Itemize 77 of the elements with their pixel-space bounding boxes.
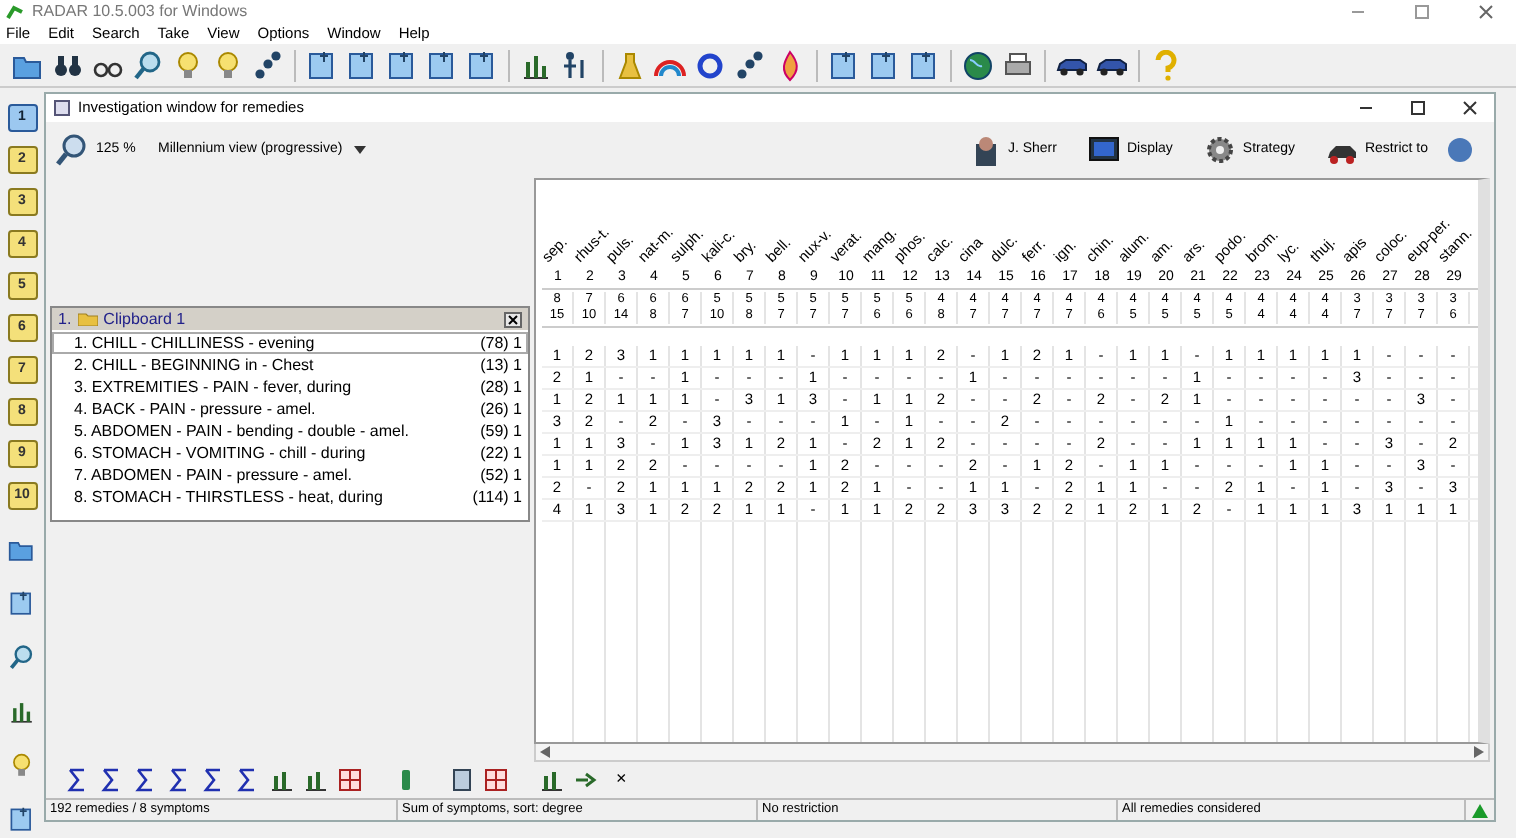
document-icon[interactable] [426, 49, 458, 81]
maximize-icon[interactable] [1410, 100, 1426, 116]
grid-icon[interactable] [338, 768, 362, 792]
search-icon[interactable] [132, 49, 164, 81]
document-icon[interactable] [8, 806, 36, 834]
folder-icon[interactable] [8, 536, 36, 564]
bar-chart-icon[interactable] [304, 768, 328, 792]
light-bulb-icon[interactable] [8, 752, 36, 780]
rubric-row[interactable]: 2. CHILL - BEGINNING in - Chest (13) 1 [52, 354, 528, 376]
document-icon[interactable] [908, 49, 940, 81]
rubric-row[interactable]: 5. ABDOMEN - PAIN - bending - double - amel. (59) 1 [52, 420, 528, 442]
rubric-count: (22) 1 [480, 441, 522, 465]
rubric-row[interactable]: 1. CHILL - CHILLINESS - evening (78) 1 [52, 332, 528, 354]
gear-icon [1204, 134, 1237, 166]
rubric-label: 1. CHILL - CHILLINESS - evening [74, 331, 315, 355]
rubric-label: 2. CHILL - BEGINNING in - Chest [74, 353, 314, 377]
close-icon[interactable] [1462, 100, 1478, 116]
printer-icon[interactable] [1002, 49, 1034, 81]
rubric-count: (26) 1 [480, 397, 522, 421]
sigma-icon[interactable] [168, 768, 192, 792]
rubric-count: (28) 1 [480, 375, 522, 399]
rubric-label: 5. ABDOMEN - PAIN - bending - double - amel. [74, 419, 409, 443]
bar-chart-icon[interactable] [540, 768, 564, 792]
dots-icon[interactable] [252, 49, 284, 81]
clipboard-title: Clipboard 1 [103, 307, 186, 331]
sigma-icon[interactable] [134, 768, 158, 792]
sigma-icon[interactable] [100, 768, 124, 792]
light-bulb-icon[interactable] [172, 49, 204, 81]
sigma-icon[interactable] [236, 768, 260, 792]
window-title: RADAR 10.5.003 for Windows [32, 0, 248, 23]
rubric-row[interactable]: 7. ABDOMEN - PAIN - pressure - amel. (52) 1 [52, 464, 528, 486]
rubric-label: 7. ABDOMEN - PAIN - pressure - amel. [74, 463, 352, 487]
document-icon[interactable] [828, 49, 860, 81]
rubric-count: (78) 1 [480, 331, 522, 355]
flask-icon[interactable] [614, 49, 646, 81]
horizontal-scrollbar[interactable] [534, 744, 1490, 762]
close-button[interactable]: × [616, 766, 627, 794]
document-icon[interactable] [466, 49, 498, 81]
bar-chart-icon[interactable] [270, 768, 294, 792]
rubric-count: (13) 1 [480, 353, 522, 377]
rubric-label: 6. STOMACH - VOMITING - chill - during [74, 441, 366, 465]
document-icon[interactable] [8, 590, 36, 618]
caret-icon [354, 146, 367, 154]
monitor-icon [1088, 134, 1121, 166]
document-icon[interactable] [306, 49, 338, 81]
folder-icon [77, 312, 98, 326]
rubric-row[interactable]: 6. STOMACH - VOMITING - chill - during (22) 1 [52, 442, 528, 464]
magnifier-icon[interactable] [54, 132, 90, 168]
document-icon[interactable] [386, 49, 418, 81]
rubric-label: 3. EXTREMITIES - PAIN - fever, during [74, 375, 352, 399]
rubric-count: (114) 1 [472, 485, 522, 509]
document-icon[interactable] [450, 768, 474, 792]
document-icon[interactable] [868, 49, 900, 81]
clipboard-number: 1. [58, 307, 72, 331]
rubric-row[interactable]: 3. EXTREMITIES - PAIN - fever, during (28) 1 [52, 376, 528, 398]
close-icon[interactable] [504, 311, 522, 327]
globe-icon[interactable] [962, 49, 994, 81]
search-icon[interactable] [8, 644, 36, 672]
dots-icon[interactable] [734, 49, 766, 81]
bar-chart-icon[interactable] [8, 698, 36, 726]
sigma-icon[interactable] [66, 768, 90, 792]
right-arrow-icon[interactable] [1474, 746, 1484, 758]
rubric-count: (59) 1 [480, 419, 522, 443]
arrow-icon[interactable] [574, 768, 598, 792]
ring-icon[interactable] [694, 49, 726, 81]
triangle-icon [1472, 803, 1488, 817]
window-icon [54, 100, 70, 116]
sigma-icon[interactable] [202, 768, 226, 792]
rubric-count: (52) 1 [480, 463, 522, 487]
rubric-label: 8. STOMACH - THIRSTLESS - heat, during [74, 485, 383, 509]
rubric-row[interactable]: 4. BACK - PAIN - pressure - amel. (26) 1 [52, 398, 528, 420]
left-arrow-icon[interactable] [540, 746, 550, 758]
document-icon[interactable] [346, 49, 378, 81]
rubric-row[interactable]: 8. STOMACH - THIRSTLESS - heat, during (114) 1 [52, 486, 528, 508]
app-logo-icon [6, 3, 24, 19]
grid-icon[interactable] [484, 768, 508, 792]
rubric-label: 4. BACK - PAIN - pressure - amel. [74, 397, 316, 421]
